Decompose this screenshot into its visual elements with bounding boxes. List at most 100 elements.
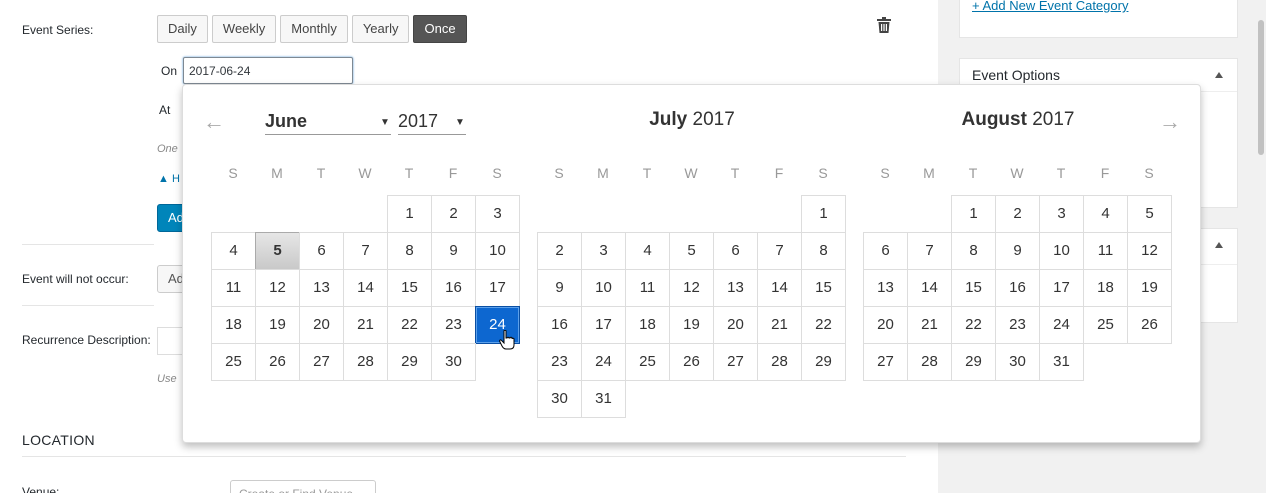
add-category-link[interactable]: + Add New Event Category: [972, 0, 1128, 13]
calendar-day-august-18[interactable]: 18: [1083, 269, 1128, 307]
year-select[interactable]: 2017 ▼: [398, 111, 466, 135]
calendar-day-july-8[interactable]: 8: [801, 232, 846, 270]
calendar-day-june-18[interactable]: 18: [211, 306, 256, 344]
calendar-day-august-1[interactable]: 1: [951, 195, 996, 233]
calendar-day-august-22[interactable]: 22: [951, 306, 996, 344]
calendar-day-july-24[interactable]: 24: [581, 343, 626, 381]
calendar-day-august-26[interactable]: 26: [1127, 306, 1172, 344]
calendar-day-july-25[interactable]: 25: [625, 343, 670, 381]
calendar-day-july-6[interactable]: 6: [713, 232, 758, 270]
collapse-icon[interactable]: [1215, 72, 1223, 78]
calendar-day-july-30[interactable]: 30: [537, 380, 582, 418]
calendar-day-july-26[interactable]: 26: [669, 343, 714, 381]
calendar-day-july-21[interactable]: 21: [757, 306, 802, 344]
calendar-day-july-23[interactable]: 23: [537, 343, 582, 381]
calendar-day-june-10[interactable]: 10: [475, 232, 520, 270]
calendar-day-july-3[interactable]: 3: [581, 232, 626, 270]
calendar-day-june-26[interactable]: 26: [255, 343, 300, 381]
calendar-day-august-19[interactable]: 19: [1127, 269, 1172, 307]
calendar-day-june-9[interactable]: 9: [431, 232, 476, 270]
calendar-day-august-11[interactable]: 11: [1083, 232, 1128, 270]
calendar-day-july-14[interactable]: 14: [757, 269, 802, 307]
calendar-day-august-13[interactable]: 13: [863, 269, 908, 307]
calendar-day-august-28[interactable]: 28: [907, 343, 952, 381]
calendar-day-august-5[interactable]: 5: [1127, 195, 1172, 233]
calendar-day-june-25[interactable]: 25: [211, 343, 256, 381]
calendar-day-june-8[interactable]: 8: [387, 232, 432, 270]
prev-month-arrow-icon[interactable]: ←: [203, 109, 225, 135]
scrollbar[interactable]: [1256, 0, 1266, 493]
calendar-day-august-21[interactable]: 21: [907, 306, 952, 344]
calendar-day-august-15[interactable]: 15: [951, 269, 996, 307]
calendar-day-august-3[interactable]: 3: [1039, 195, 1084, 233]
calendar-day-july-27[interactable]: 27: [713, 343, 758, 381]
monthly-button[interactable]: Monthly: [280, 15, 348, 43]
calendar-day-june-13[interactable]: 13: [299, 269, 344, 307]
calendar-day-june-1[interactable]: 1: [387, 195, 432, 233]
date-input[interactable]: [183, 57, 353, 84]
calendar-day-july-12[interactable]: 12: [669, 269, 714, 307]
calendar-day-june-21[interactable]: 21: [343, 306, 388, 344]
calendar-day-july-10[interactable]: 10: [581, 269, 626, 307]
calendar-day-june-6[interactable]: 6: [299, 232, 344, 270]
calendar-day-august-31[interactable]: 31: [1039, 343, 1084, 381]
calendar-day-july-9[interactable]: 9: [537, 269, 582, 307]
calendar-day-july-19[interactable]: 19: [669, 306, 714, 344]
calendar-day-july-28[interactable]: 28: [757, 343, 802, 381]
calendar-day-june-5[interactable]: 5: [255, 232, 300, 270]
calendar-day-july-1[interactable]: 1: [801, 195, 846, 233]
calendar-day-july-22[interactable]: 22: [801, 306, 846, 344]
calendar-day-june-3[interactable]: 3: [475, 195, 520, 233]
calendar-day-june-20[interactable]: 20: [299, 306, 344, 344]
scrollbar-thumb[interactable]: [1258, 20, 1264, 155]
calendar-day-june-2[interactable]: 2: [431, 195, 476, 233]
calendar-day-august-25[interactable]: 25: [1083, 306, 1128, 344]
calendar-day-june-22[interactable]: 22: [387, 306, 432, 344]
calendar-day-july-18[interactable]: 18: [625, 306, 670, 344]
calendar-day-july-11[interactable]: 11: [625, 269, 670, 307]
calendar-day-june-17[interactable]: 17: [475, 269, 520, 307]
calendar-day-july-16[interactable]: 16: [537, 306, 582, 344]
calendar-day-august-2[interactable]: 2: [995, 195, 1040, 233]
calendar-day-august-14[interactable]: 14: [907, 269, 952, 307]
collapse-icon[interactable]: [1215, 242, 1223, 248]
calendar-day-july-5[interactable]: 5: [669, 232, 714, 270]
calendar-day-july-4[interactable]: 4: [625, 232, 670, 270]
calendar-day-august-30[interactable]: 30: [995, 343, 1040, 381]
calendar-day-august-7[interactable]: 7: [907, 232, 952, 270]
calendar-day-july-17[interactable]: 17: [581, 306, 626, 344]
calendar-day-august-23[interactable]: 23: [995, 306, 1040, 344]
calendar-day-july-13[interactable]: 13: [713, 269, 758, 307]
calendar-day-june-11[interactable]: 11: [211, 269, 256, 307]
calendar-day-june-23[interactable]: 23: [431, 306, 476, 344]
calendar-day-june-27[interactable]: 27: [299, 343, 344, 381]
calendar-day-june-12[interactable]: 12: [255, 269, 300, 307]
calendar-day-july-7[interactable]: 7: [757, 232, 802, 270]
calendar-day-june-29[interactable]: 29: [387, 343, 432, 381]
calendar-day-june-30[interactable]: 30: [431, 343, 476, 381]
calendar-day-june-7[interactable]: 7: [343, 232, 388, 270]
weekly-button[interactable]: Weekly: [211, 15, 277, 43]
calendar-day-august-6[interactable]: 6: [863, 232, 908, 270]
calendar-day-june-16[interactable]: 16: [431, 269, 476, 307]
once-button[interactable]: Once: [413, 15, 467, 43]
calendar-day-august-20[interactable]: 20: [863, 306, 908, 344]
calendar-day-july-31[interactable]: 31: [581, 380, 626, 418]
month-select[interactable]: June ▼: [265, 111, 391, 135]
calendar-day-august-4[interactable]: 4: [1083, 195, 1128, 233]
calendar-day-june-4[interactable]: 4: [211, 232, 256, 270]
calendar-day-august-29[interactable]: 29: [951, 343, 996, 381]
calendar-day-august-24[interactable]: 24: [1039, 306, 1084, 344]
daily-button[interactable]: Daily: [157, 15, 208, 43]
toggle-link[interactable]: ▲ H: [158, 173, 180, 185]
calendar-day-june-19[interactable]: 19: [255, 306, 300, 344]
yearly-button[interactable]: Yearly: [351, 15, 410, 43]
calendar-day-august-17[interactable]: 17: [1039, 269, 1084, 307]
venue-select[interactable]: Create or Find Venue: [230, 480, 376, 493]
calendar-day-july-2[interactable]: 2: [537, 232, 582, 270]
calendar-day-july-15[interactable]: 15: [801, 269, 846, 307]
calendar-day-june-28[interactable]: 28: [343, 343, 388, 381]
calendar-day-july-20[interactable]: 20: [713, 306, 758, 344]
calendar-day-august-12[interactable]: 12: [1127, 232, 1172, 270]
calendar-day-august-9[interactable]: 9: [995, 232, 1040, 270]
